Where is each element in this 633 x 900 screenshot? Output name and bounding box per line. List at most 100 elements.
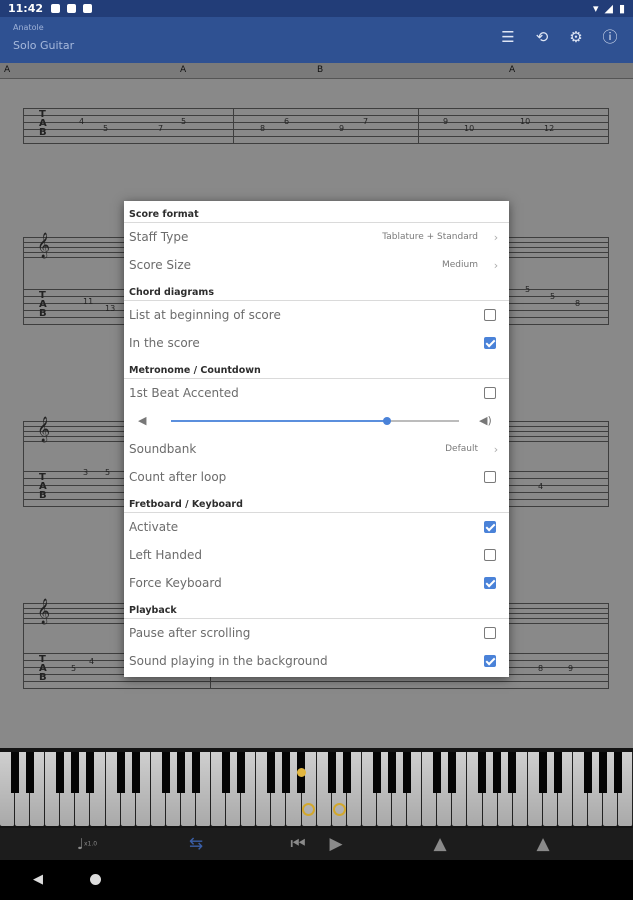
song-title: Solo Guitar [13,39,75,52]
first-beat-accented-setting[interactable]: 1st Beat Accented [124,379,509,407]
first-beat-accented-checkbox[interactable] [484,387,496,399]
chord-label: B [317,65,324,75]
piano-black-key[interactable] [267,752,276,793]
force-keyboard-setting[interactable]: Force Keyboard [124,569,509,597]
volume-track[interactable] [171,417,459,425]
piano-black-key[interactable] [448,752,457,793]
activate-setting[interactable]: Activate [124,513,509,541]
activate-checkbox[interactable] [484,521,496,533]
score-size-setting[interactable]: Score Size Medium › [124,251,509,279]
metronome-volume-slider[interactable]: ◀ ◀) [124,407,509,435]
sd-card-icon [83,4,93,13]
piano-black-key[interactable] [131,752,140,793]
treble-clef-icon: 𝄞 [37,417,51,442]
chord-label: A [509,65,516,75]
count-after-loop-setting[interactable]: Count after loop [124,463,509,491]
settings-dialog: Score format Staff Type Tablature + Stan… [124,201,509,677]
section-header: Playback [124,597,509,619]
sound-background-setting[interactable]: Sound playing in the background [124,647,509,675]
piano-black-key[interactable] [161,752,170,793]
app-notification-icon [67,4,77,13]
pause-after-scrolling-setting[interactable]: Pause after scrolling [124,619,509,647]
list-at-beginning-setting[interactable]: List at beginning of score [124,301,509,329]
section-header: Metronome / Countdown [124,357,509,379]
clock: 11:42 [8,2,44,15]
treble-clef-icon: 𝄞 [37,233,51,258]
sound-background-checkbox[interactable] [484,655,496,667]
volume-high-icon: ◀) [479,414,492,427]
countdown-metronome-icon[interactable]: ▲ [531,833,555,855]
play-icon[interactable]: ▶ [324,833,348,855]
piano-black-key[interactable] [508,752,517,793]
in-the-score-setting[interactable]: In the score [124,329,509,357]
soundbank-value: Default [445,444,478,454]
piano-black-key[interactable] [598,752,607,793]
piano-black-key[interactable] [478,752,487,793]
back-icon[interactable]: ◀ [33,872,43,887]
piano-black-key[interactable] [282,752,291,793]
home-icon[interactable] [90,874,101,885]
volume-thumb[interactable] [383,417,391,425]
signal-icon: ◢ [604,2,613,15]
volume-low-icon: ◀ [138,414,147,427]
staff-type-setting[interactable]: Staff Type Tablature + Standard › [124,223,509,251]
piano-black-key[interactable] [613,752,622,793]
piano-black-key[interactable] [86,752,95,793]
list-icon[interactable]: ☰ [498,27,518,47]
soundbank-setting[interactable]: Soundbank Default › [124,435,509,463]
info-icon[interactable]: ⓘ [600,27,620,47]
piano-black-key[interactable] [176,752,185,793]
piano-black-key[interactable] [553,752,562,793]
finger-position-marker [302,803,315,816]
pause-after-scrolling-checkbox[interactable] [484,627,496,639]
piano-keyboard[interactable] [0,748,633,828]
chord-label: A [180,65,187,75]
rewind-icon[interactable]: ⏮ [286,833,310,855]
navigation-bar: ◀ [0,860,633,900]
piano-black-key[interactable] [342,752,351,793]
piano-black-key[interactable] [327,752,336,793]
piano-black-key[interactable] [493,752,502,793]
piano-black-key[interactable] [56,752,65,793]
chevron-right-icon: › [493,258,499,272]
left-handed-setting[interactable]: Left Handed [124,541,509,569]
artist-name: Anatole [13,23,44,32]
piano-black-key[interactable] [387,752,396,793]
piano-black-key[interactable] [26,752,35,793]
piano-black-key[interactable] [538,752,547,793]
volume-fill [171,420,387,422]
piano-black-key[interactable] [583,752,592,793]
status-bar: 11:42 ▾ ◢ ▮ [0,0,633,17]
section-header: Fretboard / Keyboard [124,491,509,513]
section-header: Score format [124,201,509,223]
transport-bar: ♩x1.0 ⇆ ⏮ ▶ ▲ ▲ [0,828,633,860]
piano-black-key[interactable] [433,752,442,793]
gear-icon[interactable]: ⚙ [566,27,586,47]
piano-black-key[interactable] [116,752,125,793]
piano-black-key[interactable] [237,752,246,793]
piano-black-key[interactable] [402,752,411,793]
tempo-button[interactable]: ♩x1.0 [72,833,102,855]
finger-position-marker [333,803,346,816]
settings-notification-icon [51,4,61,13]
piano-black-key[interactable] [11,752,20,793]
count-after-loop-checkbox[interactable] [484,471,496,483]
metronome-icon[interactable]: ▲ [428,833,452,855]
loop-toggle-icon[interactable]: ⇆ [184,833,208,855]
force-keyboard-checkbox[interactable] [484,577,496,589]
piano-black-key[interactable] [191,752,200,793]
chord-label: A [4,65,11,75]
piano-black-key[interactable] [71,752,80,793]
in-the-score-checkbox[interactable] [484,337,496,349]
app-bar: Anatole Solo Guitar ☰ ⟲ ⚙ ⓘ [0,17,633,63]
chord-bar: A A B A [0,63,633,79]
chevron-right-icon: › [493,230,499,244]
chevron-right-icon: › [493,442,499,456]
list-at-beginning-checkbox[interactable] [484,309,496,321]
piano-black-key[interactable] [222,752,231,793]
tab-staff: TAB 4 5 7 5 8 6 9 7 9 10 10 12 [23,108,609,144]
played-note-marker [297,768,306,777]
left-handed-checkbox[interactable] [484,549,496,561]
piano-black-key[interactable] [372,752,381,793]
loop-icon[interactable]: ⟲ [532,27,552,47]
